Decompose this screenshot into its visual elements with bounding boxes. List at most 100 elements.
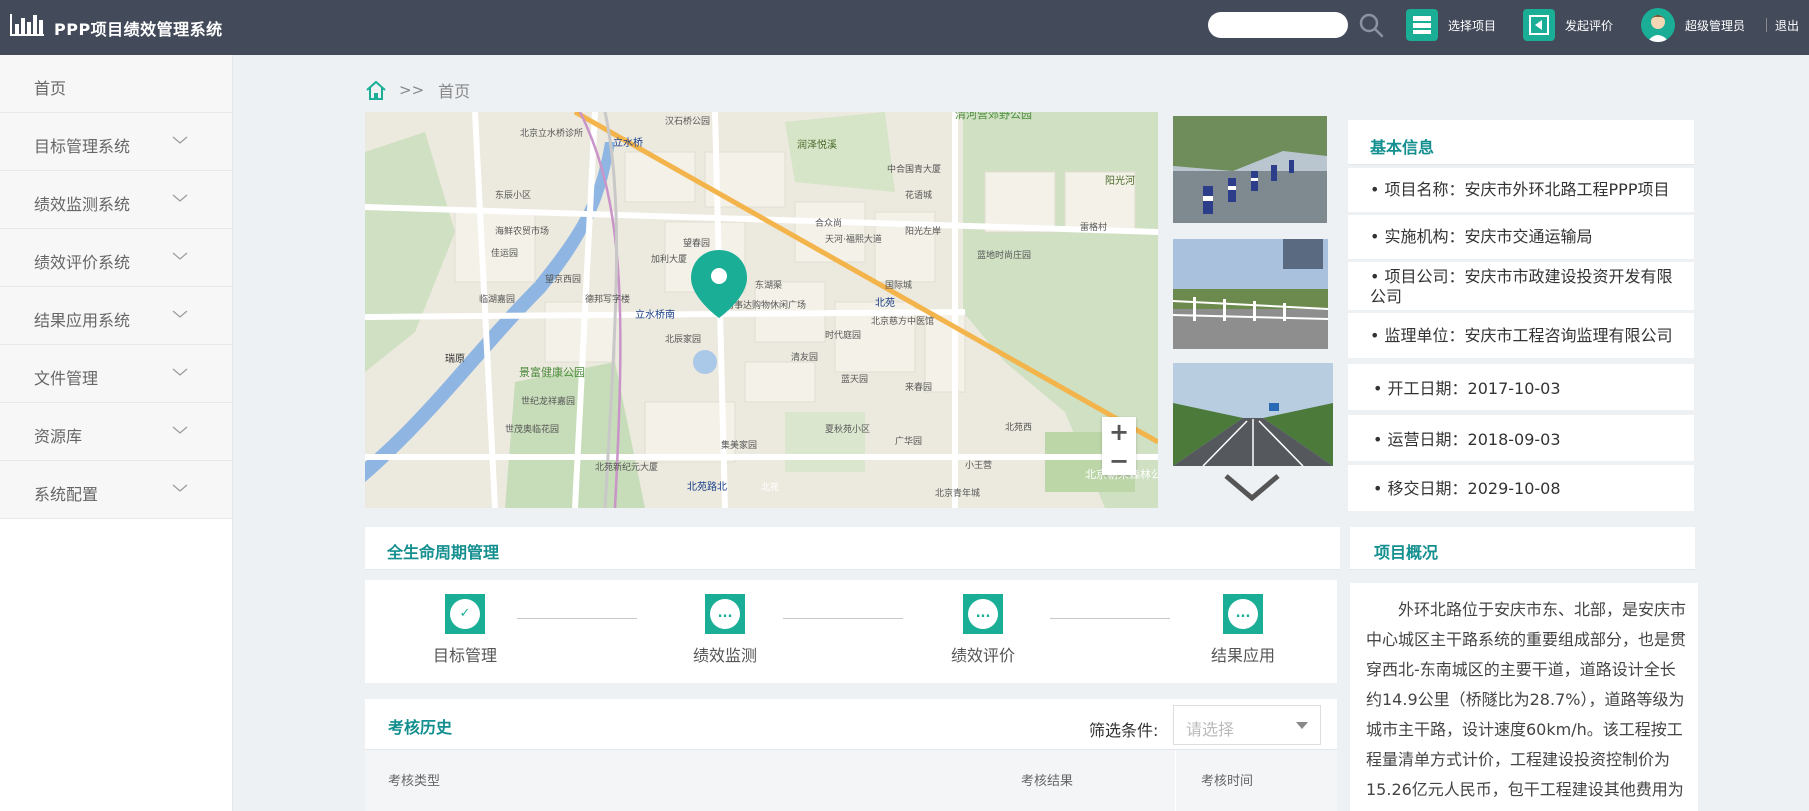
- sidebar-item-target-management[interactable]: 目标管理系统: [0, 113, 232, 171]
- history-header: 考核历史 筛选条件: 请选择: [365, 699, 1337, 749]
- user-avatar-icon: [1641, 8, 1675, 42]
- map-label: 望京西园: [545, 273, 581, 285]
- map-label: 北苑路北: [687, 480, 727, 493]
- map-label: 佳运园: [491, 247, 518, 259]
- sidebar-item-performance-monitoring[interactable]: 绩效监测系统: [0, 171, 232, 229]
- column-header-result[interactable]: 考核结果: [1021, 770, 1073, 789]
- header-divider: [1766, 18, 1767, 32]
- map-label: 阳光左岸: [905, 225, 941, 237]
- map-label: 蓝天园: [841, 373, 868, 385]
- zoom-in-button[interactable]: +: [1102, 417, 1136, 446]
- history-table-header: 考核类型 考核结果 考核时间: [365, 749, 1337, 811]
- lifecycle-steps: ✓ 目标管理 ... 绩效监测 ... 绩效评价 ... 结果应用: [365, 580, 1337, 683]
- top-bar: PPP项目绩效管理系统 选择项目 发起评价 超级管理员 退出: [0, 0, 1809, 55]
- chevron-down-icon: [172, 310, 188, 318]
- column-header-type[interactable]: 考核类型: [388, 770, 440, 789]
- step-label: 绩效评价: [950, 646, 1015, 665]
- step-performance-monitoring[interactable]: ... 绩效监测: [670, 594, 780, 666]
- lifecycle-title: 全生命周期管理: [387, 543, 500, 562]
- map-label: 广华园: [895, 435, 922, 447]
- chevron-down-icon[interactable]: [1222, 470, 1282, 504]
- sidebar-item-result-application[interactable]: 结果应用系统: [0, 287, 232, 345]
- map-label: 世纪龙祥嘉园: [521, 395, 575, 407]
- step-performance-evaluation[interactable]: ... 绩效评价: [928, 594, 1038, 666]
- sidebar-item-label: 目标管理系统: [34, 137, 131, 156]
- map-label: 瑞原: [445, 353, 465, 365]
- guardrail-photo-image: [1173, 239, 1328, 349]
- map-label: 小王营: [965, 459, 992, 471]
- map-label: 时代庭园: [825, 329, 861, 341]
- search-input[interactable]: [1208, 12, 1348, 38]
- map-label: 中合国青大厦: [887, 163, 941, 175]
- map-label: 东湖渠: [755, 279, 782, 291]
- info-row-operation-date: • 运营日期：2018-09-03: [1348, 415, 1694, 461]
- sidebar-item-home[interactable]: 首页: [0, 55, 232, 113]
- step-connector: [783, 618, 903, 619]
- sidebar-item-label: 系统配置: [34, 485, 99, 504]
- map-view[interactable]: 汉石桥公园 北京立水桥诊所 立水桥 润泽悦溪 清河营郊野公园 中合国青大厦 阳光…: [365, 112, 1158, 508]
- step-status-box: ...: [963, 594, 1003, 634]
- info-row-project-name: • 项目名称：安庆市外环北路工程PPP项目: [1348, 168, 1694, 212]
- start-evaluation-button[interactable]: 发起评价: [1523, 8, 1613, 42]
- select-project-button[interactable]: 选择项目: [1406, 8, 1496, 42]
- chevron-down-icon: [172, 368, 188, 376]
- sidebar-item-file-management[interactable]: 文件管理: [0, 345, 232, 403]
- sidebar-item-label: 绩效评价系统: [34, 253, 131, 272]
- step-target-management[interactable]: ✓ 目标管理: [410, 594, 520, 666]
- step-status-box: ...: [705, 594, 745, 634]
- home-icon[interactable]: [365, 79, 387, 101]
- overview-text: 外环北路位于安庆市东、北部，是安庆市中心城区主干路系统的重要组成部分，也是贯穿西…: [1350, 583, 1698, 811]
- map-label: 临湖嘉园: [479, 293, 515, 305]
- sidebar-item-label: 资源库: [34, 427, 83, 446]
- map-label: 阳光河: [1105, 174, 1135, 187]
- step-result-application[interactable]: ... 结果应用: [1188, 594, 1298, 666]
- map-label: 集美家园: [721, 439, 757, 451]
- step-status-box: ✓: [445, 594, 485, 634]
- map-label: 清河营郊野公园: [955, 112, 1032, 121]
- info-row-implementing-agency: • 实施机构：安庆市交通运输局: [1348, 215, 1694, 259]
- column-divider: [1175, 750, 1176, 811]
- project-photo-2[interactable]: [1173, 239, 1328, 349]
- filter-select[interactable]: 请选择: [1173, 705, 1321, 745]
- sidebar-item-label: 文件管理: [34, 369, 99, 388]
- info-row-start-date: • 开工日期：2017-10-03: [1348, 364, 1694, 410]
- user-menu[interactable]: 超级管理员: [1641, 8, 1745, 42]
- overview-title: 项目概况: [1374, 543, 1439, 562]
- map-label: 北京青年城: [935, 487, 980, 499]
- sidebar-item-performance-evaluation[interactable]: 绩效评价系统: [0, 229, 232, 287]
- map-label: 合众尚: [815, 217, 842, 229]
- map-label: 易事达购物休闲广场: [725, 299, 806, 311]
- map-label: 清友园: [791, 351, 818, 363]
- info-row-supervisor: • 监理单位：安庆市工程咨询监理有限公司: [1348, 313, 1694, 358]
- sidebar-item-label: 结果应用系统: [34, 311, 131, 330]
- search-icon[interactable]: [1358, 12, 1384, 38]
- map-label: 海鲜农贸市场: [495, 225, 549, 237]
- map-label: 夏秋苑小区: [825, 423, 870, 435]
- step-label: 目标管理: [432, 646, 497, 665]
- project-photo-1[interactable]: [1173, 116, 1327, 223]
- basic-info-header: 基本信息: [1348, 120, 1694, 165]
- logout-link[interactable]: 退出: [1775, 17, 1799, 34]
- map-label: 北京慈方中医馆: [871, 315, 934, 327]
- map-label: 北苑: [875, 296, 895, 309]
- bar-chart-logo-icon: [10, 14, 44, 36]
- step-connector: [1050, 618, 1170, 619]
- column-header-time[interactable]: 考核时间: [1201, 770, 1253, 789]
- step-label: 结果应用: [1210, 646, 1275, 665]
- breadcrumb-separator: >>: [399, 81, 425, 99]
- map-label: 望春园: [683, 237, 710, 249]
- sidebar-item-resource-library[interactable]: 资源库: [0, 403, 232, 461]
- zoom-out-button[interactable]: −: [1102, 446, 1136, 475]
- sidebar-item-system-config[interactable]: 系统配置: [0, 461, 232, 519]
- ellipsis-icon: ...: [968, 599, 998, 629]
- map-label: 北苑西: [1005, 421, 1032, 433]
- chevron-down-icon: [172, 136, 188, 144]
- map-label: 蓝地时尚庄园: [977, 249, 1031, 261]
- start-evaluation-label: 发起评价: [1565, 18, 1614, 33]
- breadcrumb-current: 首页: [438, 82, 471, 101]
- project-photo-3[interactable]: [1173, 363, 1333, 466]
- step-status-box: ...: [1223, 594, 1263, 634]
- map-label: 世茂奥临花园: [505, 423, 559, 435]
- map-label: 北苑: [761, 481, 779, 493]
- ellipsis-icon: ...: [1228, 599, 1258, 629]
